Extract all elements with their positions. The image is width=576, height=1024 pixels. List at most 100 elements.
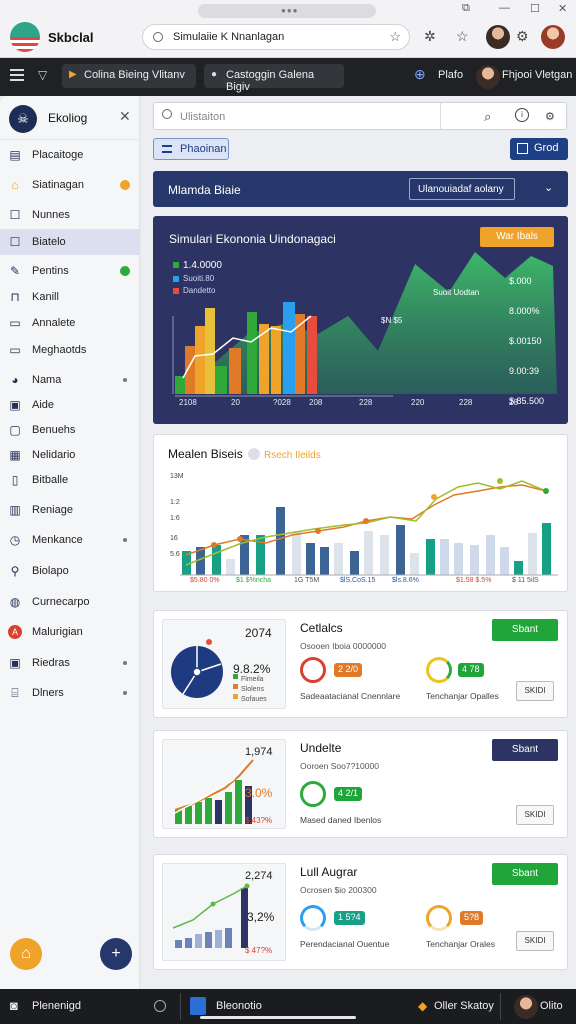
settings-icon[interactable]: ⚙ xyxy=(545,110,555,123)
skip-button[interactable]: SKIDI xyxy=(516,931,554,951)
sidebar-item-0[interactable]: ▤ Placaitoge xyxy=(0,142,140,168)
sidebar-item-2[interactable]: ☐ Nunnes xyxy=(0,202,140,228)
workspace-chip[interactable]: ▶ Colina Bieing Vlitanv xyxy=(62,64,196,88)
hero-legend-2: Suoiti.80 xyxy=(183,274,215,283)
close-icon[interactable]: ✕ xyxy=(119,108,131,125)
hero-bar xyxy=(185,346,195,394)
sidebar-item-11[interactable]: ▦ Nelidario xyxy=(0,442,140,468)
metrics-card-1: 2074 9.8.2% Flmeila Slolens Sofaues Cetl… xyxy=(153,610,568,718)
card-subtitle: Ocrosen $io 200300 xyxy=(300,885,377,895)
thumb-bar xyxy=(235,780,242,824)
sidebar-item-6[interactable]: ▭ Annalete xyxy=(0,310,140,336)
sidebar-item-7[interactable]: ▭ Meghaotds xyxy=(0,337,140,363)
grid-button[interactable]: Grod xyxy=(510,138,568,160)
notes-app-icon[interactable] xyxy=(190,997,206,1015)
combo-bar xyxy=(528,533,537,575)
sidebar-item-3[interactable]: ☐ Biatelo xyxy=(0,229,140,255)
taskbar-item-4[interactable]: Olito xyxy=(540,1000,563,1012)
taskbar-avatar[interactable] xyxy=(514,995,538,1019)
banner-title: Mlamda Biaie xyxy=(168,183,241,197)
extensions-icon[interactable]: ✲ xyxy=(424,28,436,45)
progress-ring-icon xyxy=(426,905,452,931)
sidebar-item-label: Biolapo xyxy=(32,565,69,577)
card-badge-1: 1 5?4 xyxy=(334,911,365,925)
sidebar-item-18[interactable]: ▣ Riedras xyxy=(0,650,140,676)
sidebar-item-8[interactable]: ◕ Nama xyxy=(0,367,140,393)
info-icon[interactable]: i xyxy=(515,108,529,122)
taskbar-item-1[interactable]: Plenenigd xyxy=(32,1000,81,1012)
home-bar[interactable] xyxy=(200,1016,356,1019)
sidebar-item-5[interactable]: ⊓ Kanill xyxy=(0,284,140,310)
bookmark-star-icon[interactable]: ☆ xyxy=(389,29,401,45)
start-button[interactable]: Sbant xyxy=(492,739,558,761)
combo-point xyxy=(237,536,243,542)
progress-ring-icon xyxy=(300,657,326,683)
thumb-bar xyxy=(215,930,222,948)
project-chip[interactable]: ● Castoggin Galena Bigiv xyxy=(204,64,344,93)
url-text: Simulaiie K Nnanlagan xyxy=(173,31,285,43)
calendar-icon: ▦ xyxy=(9,448,21,462)
sidebar-item-1[interactable]: ⌂ Siatinagan xyxy=(0,172,140,198)
chevron-down-icon[interactable]: ⌄ xyxy=(544,181,553,194)
combo-y-tick: 1:2 xyxy=(170,499,180,506)
camera-icon[interactable]: ◙ xyxy=(10,998,18,1013)
settings-gear-icon[interactable]: ⚙ xyxy=(516,28,529,45)
site-info-icon[interactable] xyxy=(153,32,163,42)
sidebar-item-15[interactable]: ⚲ Biolapo xyxy=(0,558,140,584)
combo-bar xyxy=(542,523,551,575)
window-restore-icon[interactable]: ⧉ xyxy=(462,2,470,15)
home-fab-button[interactable]: ⌂ xyxy=(10,938,42,970)
skip-button[interactable]: SKIDI xyxy=(516,805,554,825)
banner-select[interactable]: Ulanouiadaf aolany xyxy=(409,178,515,200)
combo-x-label: $ 11 5ilS xyxy=(512,577,539,584)
search-icon[interactable] xyxy=(154,1000,166,1012)
card-title: Cetlalcs xyxy=(300,621,343,635)
sidebar-item-12[interactable]: ▯ Bitballe xyxy=(0,467,140,493)
sidebar-item-19[interactable]: ⌸ Dlners xyxy=(0,680,140,706)
start-button[interactable]: Sbant xyxy=(492,863,558,885)
more-dot-icon xyxy=(123,661,127,665)
hero-legend-1: 1.4.0000 xyxy=(183,260,222,271)
search-bar[interactable]: Ulistaiton ⌕ i ⚙ xyxy=(153,102,567,130)
chevron-down-icon[interactable]: ▽ xyxy=(38,68,47,82)
bar-icon: ⊓ xyxy=(10,290,20,304)
sidebar-item-10[interactable]: ▢ Benuehs xyxy=(0,417,140,443)
menu-icon[interactable] xyxy=(10,69,24,81)
favorites-star-icon[interactable]: ☆ xyxy=(456,28,469,45)
help-link[interactable]: Plafo xyxy=(438,69,463,81)
card-subtitle: Osooen Iboia 0000000 xyxy=(300,641,387,651)
sidebar-item-13[interactable]: ▥ Reniage xyxy=(0,497,140,523)
sidebar-item-label: Meghaotds xyxy=(32,344,87,356)
combo-chart-svg xyxy=(180,478,558,576)
window-maximize-icon[interactable]: ☐ xyxy=(530,2,540,15)
clock-icon: ◷ xyxy=(9,533,21,547)
filter-button[interactable]: Phaoinan xyxy=(153,138,229,160)
user-avatar[interactable] xyxy=(541,25,565,49)
combo-bar xyxy=(396,525,405,575)
hero-label-mid: Suoit Uodtan xyxy=(433,288,480,297)
taskbar-item-3[interactable]: Oller Skatoy xyxy=(434,1000,494,1012)
sidebar-item-9[interactable]: ▣ Aide xyxy=(0,392,140,418)
thumb-legend-1: Flmeila xyxy=(241,676,264,683)
add-fab-button[interactable]: + xyxy=(100,938,132,970)
start-button[interactable]: Sbant xyxy=(492,619,558,641)
account-avatar[interactable] xyxy=(476,65,500,89)
sidebar-item-17[interactable]: A Malurigian xyxy=(0,619,140,645)
window-minimize-icon[interactable]: — xyxy=(499,2,510,14)
combo-bar xyxy=(486,535,495,575)
profile-avatar[interactable] xyxy=(486,25,510,49)
sidebar-item-16[interactable]: ◍ Curnecarpo xyxy=(0,589,140,615)
window-close-icon[interactable]: ✕ xyxy=(558,2,567,15)
search-icon[interactable]: ⊕ xyxy=(414,66,426,83)
a-icon: A xyxy=(8,625,22,639)
sidebar-item-14[interactable]: ◷ Menkance xyxy=(0,527,140,553)
combo-bar xyxy=(470,545,479,575)
url-bar[interactable]: Simulaiie K Nnanlagan ☆ xyxy=(142,24,410,50)
account-name[interactable]: Fhjooi Vletgan xyxy=(502,69,572,81)
thumb-value: 2,274 xyxy=(245,870,273,882)
sidebar-item-4[interactable]: ✎ Pentins xyxy=(0,258,140,284)
hero-bar xyxy=(283,302,295,394)
skip-button[interactable]: SKIDI xyxy=(516,681,554,701)
magnifier-icon[interactable]: ⌕ xyxy=(484,109,491,125)
taskbar-item-2[interactable]: Bleonotio xyxy=(216,1000,262,1012)
